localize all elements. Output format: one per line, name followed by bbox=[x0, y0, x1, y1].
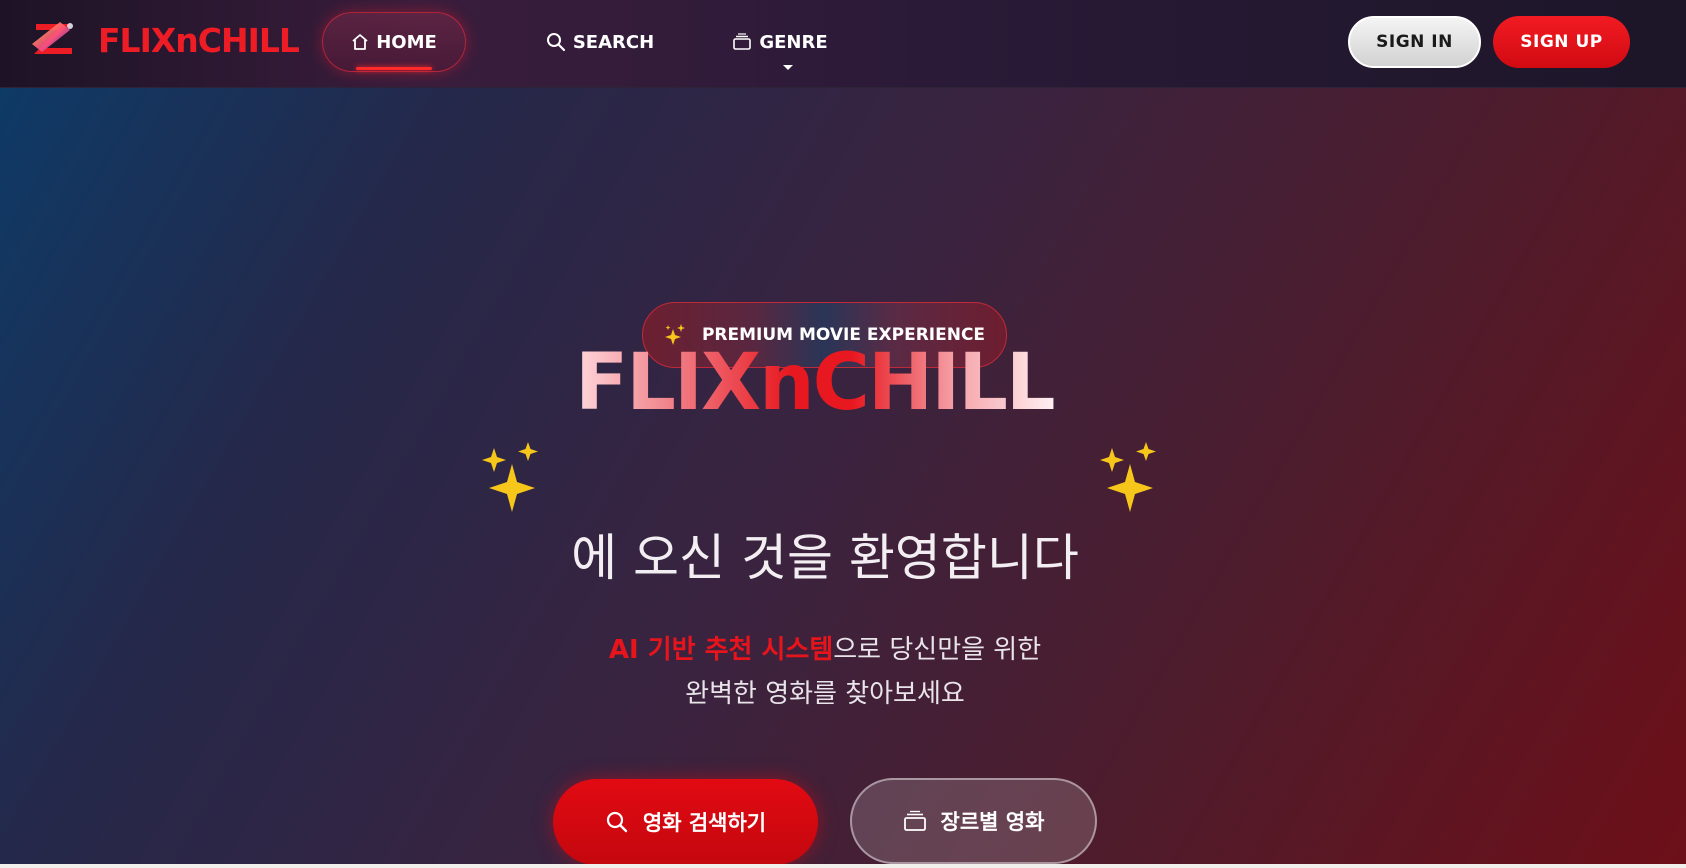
nav-home[interactable]: HOME bbox=[322, 12, 466, 72]
home-icon bbox=[351, 33, 369, 51]
search-icon bbox=[546, 32, 566, 52]
search-movies-label: 영화 검색하기 bbox=[642, 811, 767, 835]
search-movies-button[interactable]: 영화 검색하기 bbox=[553, 779, 818, 865]
genre-movies-label: 장르별 영화 bbox=[940, 810, 1045, 834]
sign-in-button[interactable]: SIGN IN bbox=[1348, 16, 1481, 68]
hero-description-line-2: 완벽한 영화를 찾아보세요 bbox=[685, 679, 965, 709]
nav-search-label: SEARCH bbox=[572, 31, 655, 53]
hero-title: FLIXnCHILL bbox=[575, 338, 1056, 428]
brand-logo-text[interactable]: FLIXnCHILL bbox=[98, 21, 300, 60]
top-navbar: FLIXnCHILL HOME SEARCH GENRE SIGN IN SIG… bbox=[0, 0, 1686, 88]
folder-stack-icon bbox=[732, 33, 752, 51]
hero-section: PREMIUM MOVIE EXPERIENCE bbox=[0, 88, 1686, 868]
nav-home-label: HOME bbox=[376, 31, 437, 53]
hero-description-line-1: AI 기반 추천 시스템으로 당신만을 위한 bbox=[0, 630, 1650, 670]
sparkles-icon bbox=[480, 440, 542, 516]
nav-search[interactable]: SEARCH bbox=[530, 12, 670, 72]
search-icon bbox=[605, 810, 629, 834]
sign-up-button[interactable]: SIGN UP bbox=[1493, 16, 1630, 68]
nav-genre[interactable]: GENRE bbox=[730, 12, 830, 72]
hero-subtitle: 에 오신 것을 환영합니다 bbox=[571, 529, 1079, 587]
chevron-down-icon[interactable] bbox=[783, 65, 793, 70]
nav-genre-label: GENRE bbox=[759, 31, 828, 53]
genre-movies-button[interactable]: 장르별 영화 bbox=[850, 778, 1097, 864]
hero-description-highlight: AI 기반 추천 시스템 bbox=[608, 635, 834, 665]
page-bottom-edge bbox=[0, 864, 1686, 868]
folder-stack-icon bbox=[903, 810, 927, 832]
nav-active-indicator bbox=[356, 67, 432, 70]
flixnchill-logo-icon[interactable] bbox=[30, 18, 78, 58]
hero-description-rest: 으로 당신만을 위한 bbox=[833, 635, 1042, 665]
sparkles-icon bbox=[1098, 440, 1160, 516]
